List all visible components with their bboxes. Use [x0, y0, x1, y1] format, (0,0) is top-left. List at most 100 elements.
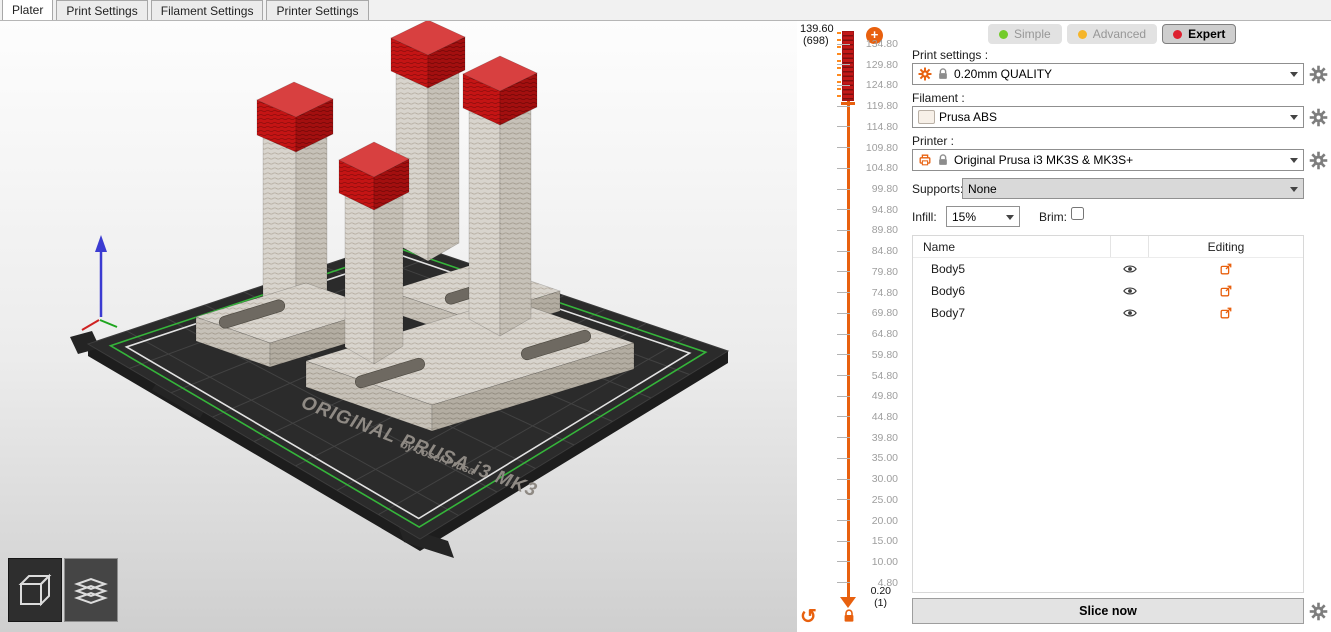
brim-checkbox[interactable]: [1071, 207, 1084, 220]
view-3d-button[interactable]: [8, 558, 62, 622]
layer-min-value: 0.20: [863, 585, 891, 597]
infill-select[interactable]: 15%: [946, 206, 1020, 227]
layer-tick: 15.00: [837, 535, 901, 547]
view-layers-button[interactable]: [64, 558, 118, 622]
layer-tick-label: 10.00: [854, 556, 898, 568]
layer-tick-label: 35.00: [854, 452, 898, 464]
filament-combo[interactable]: Prusa ABS: [912, 106, 1304, 128]
layer-tick-label: 104.80: [854, 162, 898, 174]
settings-tabbar: Plater Print Settings Filament Settings …: [0, 0, 1331, 21]
mode-label: Advanced: [1093, 27, 1146, 41]
print-settings-combo[interactable]: 0.20mm QUALITY: [912, 63, 1304, 85]
layer-slider-column: 139.60 (698) + 134.80 129.80 124.80: [797, 21, 908, 632]
visibility-toggle[interactable]: [1111, 284, 1149, 298]
infill-label: Infill:: [912, 210, 937, 224]
model-tower-4[interactable]: [463, 56, 537, 336]
tab-label: Plater: [12, 3, 43, 17]
layer-tick: 49.80: [837, 390, 901, 402]
printer-label: Printer :: [912, 134, 954, 148]
layer-tick-label: 124.80: [854, 79, 898, 91]
printer-icon: [918, 153, 932, 167]
layer-tick-label: 119.80: [854, 100, 898, 112]
tab[interactable]: Printer Settings: [266, 0, 368, 20]
table-row[interactable]: Body7: [913, 302, 1303, 324]
table-row[interactable]: Body6: [913, 280, 1303, 302]
visibility-toggle[interactable]: [1111, 306, 1149, 320]
lock-icon[interactable]: [841, 608, 857, 624]
layer-tick-label: 39.80: [854, 432, 898, 444]
layer-ticks: 134.80 129.80 124.80 119.80 114.80: [837, 38, 901, 589]
axis-gizmo: [82, 235, 117, 330]
settings-panel: Simple Advanced Expert Print settings : …: [908, 21, 1331, 632]
layer-tick: 69.80: [837, 307, 901, 319]
layer-tick-label: 59.80: [854, 349, 898, 361]
3d-viewport[interactable]: ORIGINAL PRUSA i3 MK3 by Josef Prusa: [0, 21, 797, 632]
lock-icon: [936, 67, 950, 81]
mode-button[interactable]: Advanced: [1067, 24, 1157, 44]
3d-scene[interactable]: ORIGINAL PRUSA i3 MK3 by Josef Prusa: [0, 21, 797, 632]
layer-tick-label: 20.00: [854, 515, 898, 527]
object-settings-button[interactable]: [1149, 262, 1303, 276]
mode-button[interactable]: Expert: [1162, 24, 1236, 44]
layer-tick-label: 84.80: [854, 245, 898, 257]
cube-icon: [15, 570, 55, 610]
mode-dot-icon: [999, 30, 1008, 39]
gear-icon: [1309, 108, 1328, 127]
column-header-name: Name: [913, 236, 1111, 257]
mode-button[interactable]: Simple: [988, 24, 1062, 44]
layer-tick-label: 99.80: [854, 183, 898, 195]
tab[interactable]: Plater: [2, 0, 53, 20]
model-tower-1[interactable]: [257, 82, 333, 314]
layer-tick: 79.80: [837, 266, 901, 278]
layer-tick-label: 79.80: [854, 266, 898, 278]
edit-icon: [1219, 262, 1233, 276]
layer-tick-label: 30.00: [854, 473, 898, 485]
layer-tick-label: 44.80: [854, 411, 898, 423]
column-header-editing: Editing: [1149, 240, 1303, 254]
filament-gear-button[interactable]: [1309, 108, 1328, 127]
layer-tick: 35.00: [837, 452, 901, 464]
layer-tick-label: 64.80: [854, 328, 898, 340]
slice-settings-gear-button[interactable]: [1309, 602, 1328, 621]
tab[interactable]: Filament Settings: [151, 0, 264, 20]
slice-now-button[interactable]: Slice now: [912, 598, 1304, 624]
layer-tick: 94.80: [837, 204, 901, 216]
supports-select[interactable]: None: [962, 178, 1304, 199]
undo-icon[interactable]: ↺: [800, 604, 817, 629]
printer-combo[interactable]: Original Prusa i3 MK3S & MK3S+: [912, 149, 1304, 171]
layer-tick-label: 89.80: [854, 224, 898, 236]
layer-tick-label: 25.00: [854, 494, 898, 506]
object-settings-button[interactable]: [1149, 306, 1303, 320]
print-settings-gear-button[interactable]: [1309, 65, 1328, 84]
mode-label: Expert: [1188, 27, 1225, 41]
table-row[interactable]: Body5: [913, 258, 1303, 280]
print-profile-icon: [918, 67, 932, 81]
supports-label: Supports:: [912, 182, 963, 196]
layer-tick-label: 15.00: [854, 535, 898, 547]
layer-tick: 59.80: [837, 349, 901, 361]
layer-tick: 99.80: [837, 183, 901, 195]
visibility-toggle[interactable]: [1111, 262, 1149, 276]
tab-label: Printer Settings: [276, 4, 358, 18]
layer-tick-label: 69.80: [854, 307, 898, 319]
mode-dot-icon: [1078, 30, 1087, 39]
model-tower-3[interactable]: [339, 142, 409, 364]
eye-icon: [1123, 284, 1137, 298]
layer-tick: 104.80: [837, 162, 901, 174]
layer-tick: 39.80: [837, 432, 901, 444]
slider-bottom-arrow-icon: [840, 597, 856, 608]
objects-table-header: Name Editing: [913, 236, 1303, 258]
gear-icon: [1309, 151, 1328, 170]
layer-tick: 114.80: [837, 121, 901, 133]
object-name: Body5: [913, 262, 1111, 276]
chevron-down-icon: [1287, 67, 1301, 81]
tab[interactable]: Print Settings: [56, 0, 147, 20]
object-settings-button[interactable]: [1149, 284, 1303, 298]
layer-tick-label: 54.80: [854, 370, 898, 382]
layer-tick: 84.80: [837, 245, 901, 257]
printer-value: Original Prusa i3 MK3S & MK3S+: [954, 153, 1283, 167]
edit-icon: [1219, 306, 1233, 320]
layer-tick: 74.80: [837, 287, 901, 299]
printer-gear-button[interactable]: [1309, 151, 1328, 170]
layer-max-count: (698): [803, 35, 829, 47]
